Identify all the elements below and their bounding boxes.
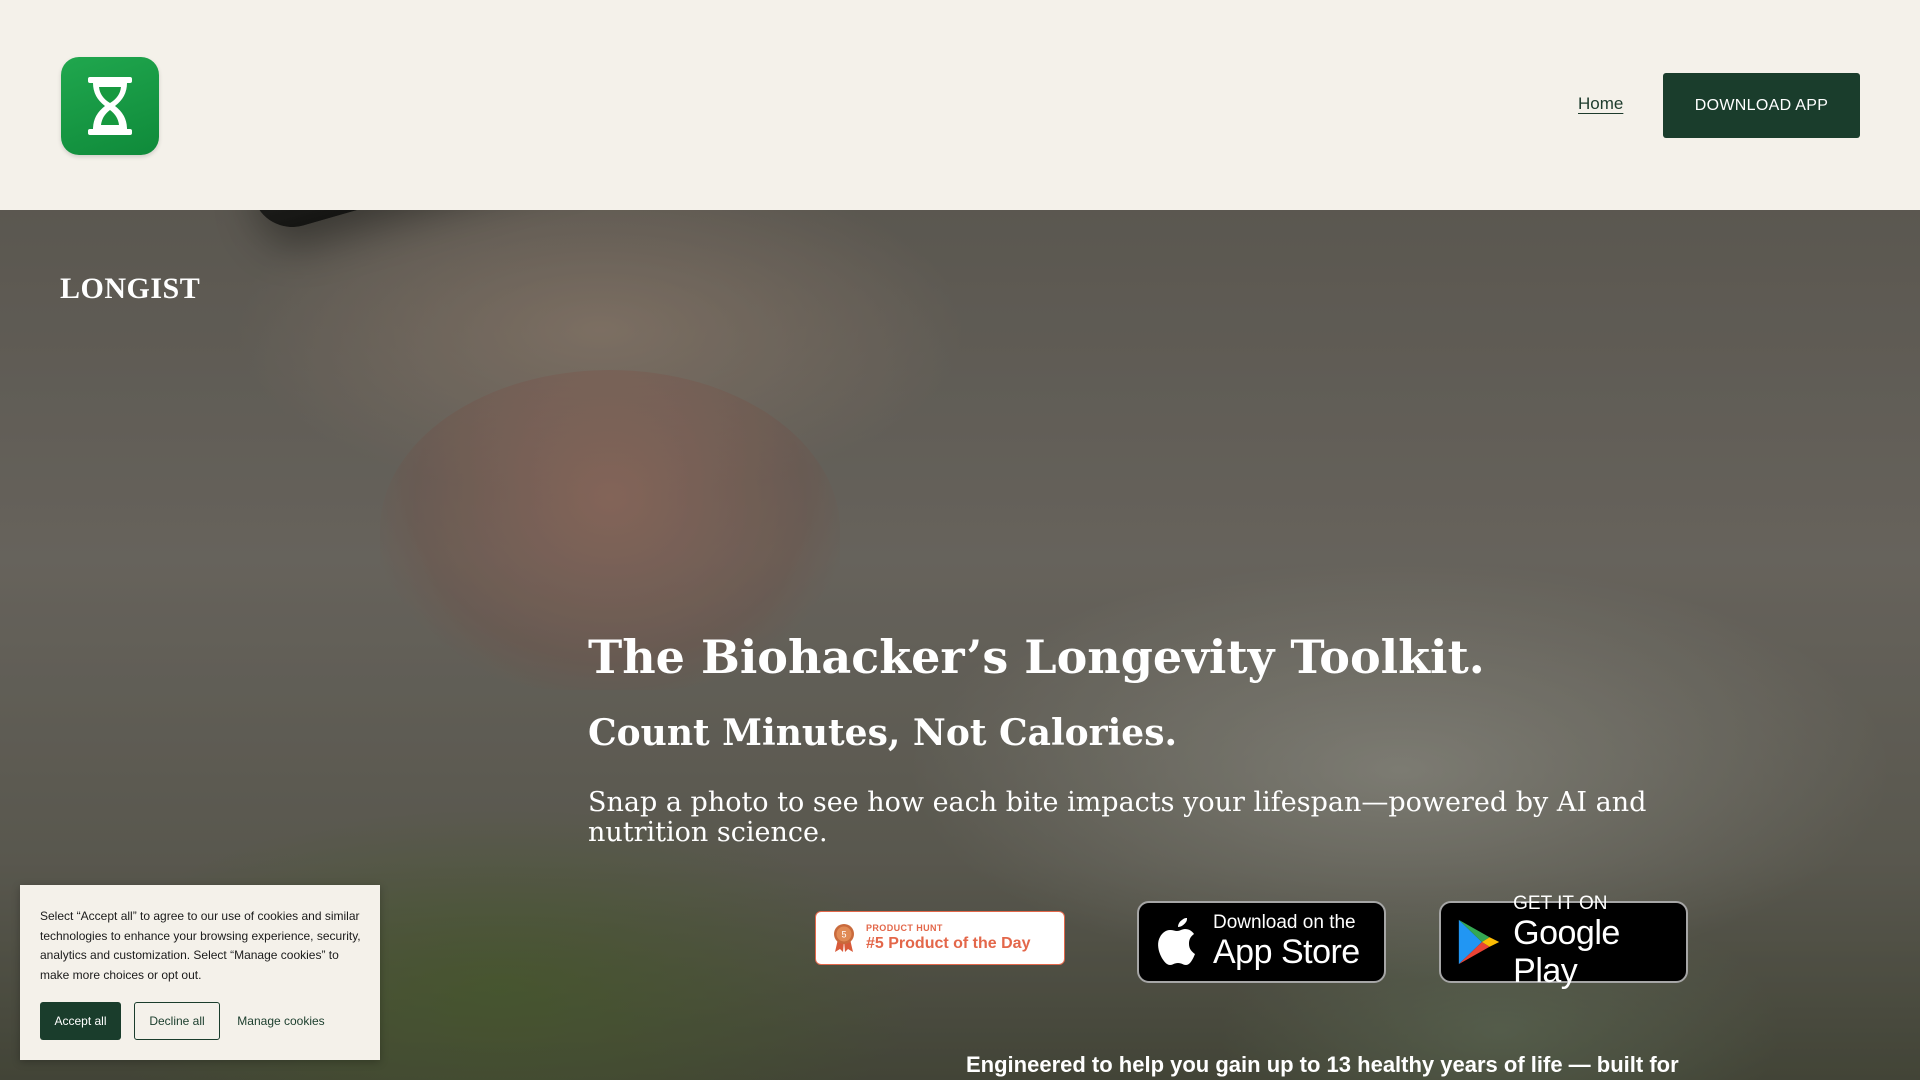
google-play-icon <box>1458 919 1500 965</box>
manage-cookies-button[interactable]: Manage cookies <box>231 1002 331 1040</box>
product-hunt-label: PRODUCT HUNT <box>866 923 943 933</box>
product-hunt-rank: #5 Product of the Day <box>866 935 1031 952</box>
decline-cookies-button[interactable]: Decline all <box>134 1002 220 1040</box>
cookie-text: Select “Accept all” to agree to our use … <box>40 909 361 982</box>
download-app-button[interactable]: DOWNLOAD APP <box>1663 73 1860 138</box>
accept-cookies-button[interactable]: Accept all <box>40 1002 121 1040</box>
medal-icon: 5 <box>832 923 856 953</box>
hero-subtitle: Count Minutes, Not Calories. <box>588 712 1178 754</box>
app-store-big-label: App Store <box>1213 933 1360 971</box>
medal-number: 5 <box>841 930 846 940</box>
site-header: Home DOWNLOAD APP <box>0 0 1920 210</box>
google-play-small-label: GET IT ON <box>1513 893 1608 914</box>
logo[interactable] <box>61 57 159 155</box>
app-store-small-label: Download on the <box>1213 912 1356 933</box>
hero-tagline: Engineered to help you gain up to 13 hea… <box>966 1052 1679 1077</box>
hero-title: The Biohacker’s Longevity Toolkit. <box>588 630 1485 684</box>
hero-description: Snap a photo to see how each bite impact… <box>588 787 1647 848</box>
google-play-big-label: Google Play <box>1513 914 1620 990</box>
nav-home-link[interactable]: Home <box>1578 94 1623 114</box>
apple-icon <box>1158 918 1195 965</box>
google-play-button[interactable]: GET IT ON Google Play <box>1439 894 1688 990</box>
hourglass-icon <box>88 77 132 135</box>
app-store-button[interactable]: Download on the App Store <box>1137 901 1386 983</box>
brand-wordmark: LONGIST <box>60 272 201 305</box>
product-hunt-badge[interactable]: 5 PRODUCT HUNT #5 Product of the Day <box>815 911 1065 965</box>
cookie-banner: Select “Accept all” to agree to our use … <box>20 885 380 1060</box>
